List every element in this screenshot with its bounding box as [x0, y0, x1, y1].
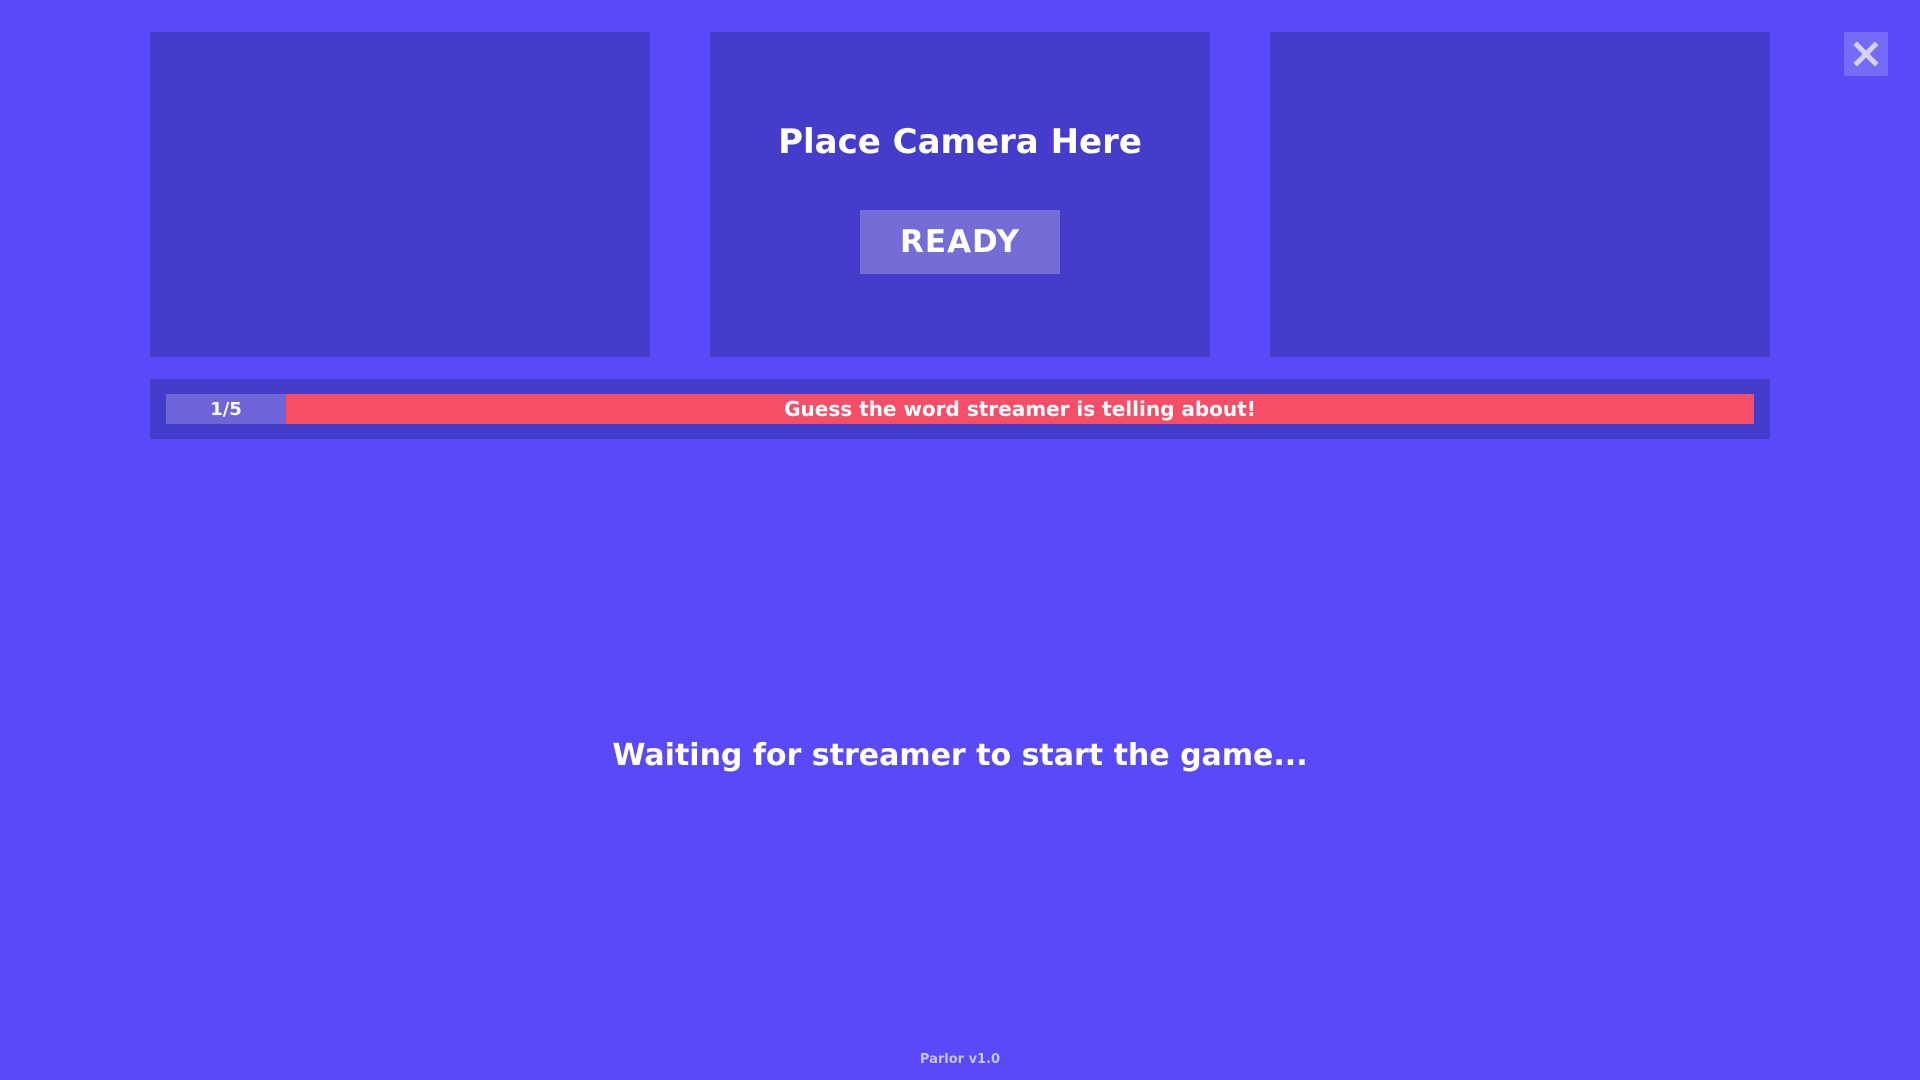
ready-button[interactable]: READY: [860, 210, 1060, 274]
prompt-banner: Guess the word streamer is telling about…: [286, 394, 1754, 424]
close-icon: [1853, 41, 1879, 67]
player-panel-left: [150, 32, 650, 357]
camera-placeholder-title: Place Camera Here: [778, 122, 1142, 162]
round-status-bar: 1/5 Guess the word streamer is telling a…: [150, 379, 1770, 439]
waiting-message: Waiting for streamer to start the game..…: [612, 738, 1308, 773]
camera-panel: Place Camera Here READY: [710, 32, 1210, 357]
version-label: Parlor v1.0: [919, 1052, 1001, 1067]
game-screen: Place Camera Here READY 1/5 Guess the wo…: [0, 0, 1920, 1080]
round-counter: 1/5: [166, 394, 286, 424]
player-panel-right: [1270, 32, 1770, 357]
close-button[interactable]: [1844, 32, 1888, 76]
